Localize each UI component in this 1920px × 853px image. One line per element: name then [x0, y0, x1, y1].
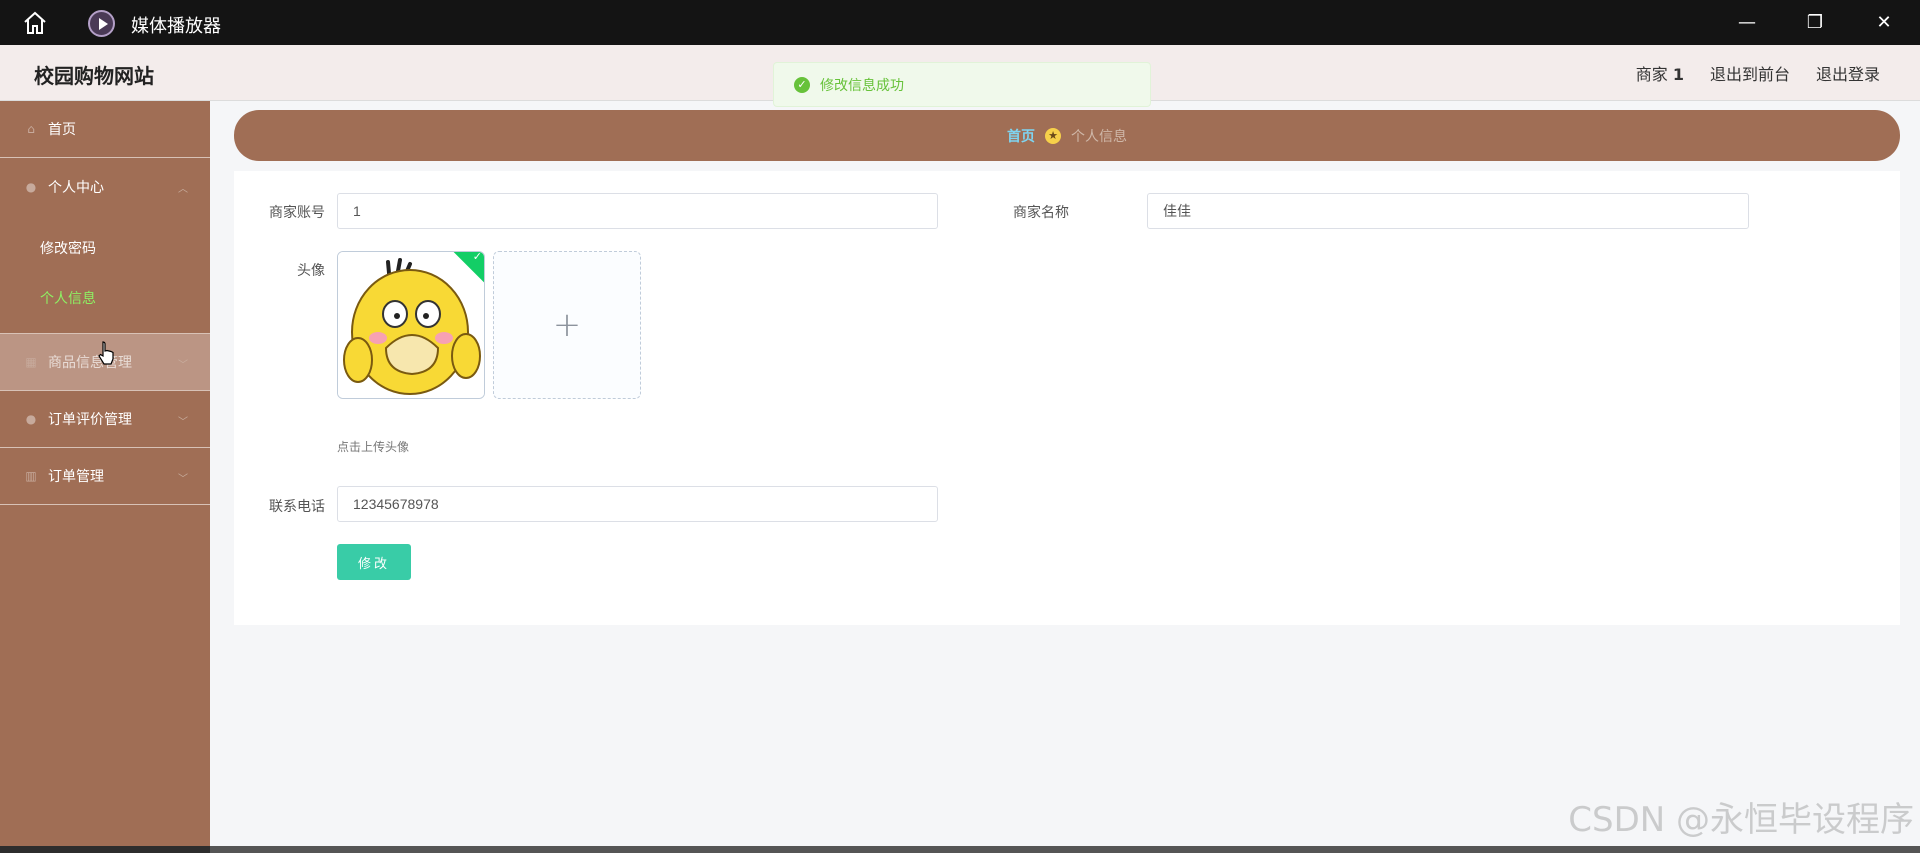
breadcrumb: 首页 ★ 个人信息 [234, 110, 1900, 161]
window-title-bar: 媒体播放器 — ❐ ✕ [0, 0, 1920, 45]
sidebar-item-change-password[interactable]: 修改密码 [0, 223, 210, 273]
submit-button[interactable]: 修改 [337, 544, 411, 580]
personal-info-form: 商家账号 1 商家名称 佳佳 头像 ✓ + 点击上传头像 联系电话 123456… [234, 171, 1900, 625]
chevron-down-icon: ﹀ [178, 417, 188, 428]
plus-icon: + [552, 305, 582, 345]
chevron-up-icon: ︿ [178, 184, 188, 195]
sidebar-item-order-management[interactable]: ▥ 订单管理 ﹀ [0, 448, 210, 505]
sidebar-item-label: 首页 [48, 122, 76, 138]
sidebar-item-personal-info[interactable]: 个人信息 [0, 273, 210, 323]
phone-input[interactable]: 12345678978 [337, 486, 938, 522]
sidebar-item-label: 订单评价管理 [48, 412, 132, 428]
avatar-label: 头像 [297, 263, 325, 279]
check-circle-icon: ✓ [794, 76, 810, 93]
window-title: 媒体播放器 [131, 16, 221, 37]
account-input[interactable]: 1 [337, 193, 938, 229]
upload-hint: 点击上传头像 [337, 440, 410, 454]
user-icon: ● [25, 179, 37, 194]
breadcrumb-home-link[interactable]: 首页 [1007, 126, 1035, 146]
sidebar-item-label: 订单管理 [48, 469, 104, 485]
avatar-upload-button[interactable]: + [493, 251, 641, 399]
sidebar-item-label: 个人中心 [48, 179, 104, 196]
sidebar-item-label: 商品信息管理 [48, 355, 132, 371]
home-icon[interactable] [22, 11, 48, 35]
success-toast: ✓ 修改信息成功 [773, 62, 1151, 107]
maximize-button[interactable]: ❐ [1785, 0, 1845, 45]
sidebar-item-home[interactable]: ⌂ 首页 [0, 101, 210, 158]
check-icon: ✓ [472, 251, 482, 264]
minimize-button[interactable]: — [1717, 0, 1777, 45]
watermark: CSDN @永恒毕设程序 [1568, 800, 1914, 840]
media-player-app-icon [88, 10, 115, 37]
user-id: 1 [1672, 65, 1684, 84]
toast-message: 修改信息成功 [820, 77, 904, 94]
bottom-edge [210, 846, 1920, 853]
breadcrumb-current: 个人信息 [1071, 128, 1127, 145]
sidebar-bottom-edge [0, 846, 210, 853]
chart-icon: ▥ [25, 469, 37, 483]
hand-pointer-cursor-icon [98, 341, 114, 365]
sidebar-item-personal-center[interactable]: ● 个人中心 ︿ [0, 158, 210, 215]
close-button[interactable]: ✕ [1854, 0, 1914, 45]
header-actions: 商家 1 退出到前台 退出登录 [1636, 61, 1880, 85]
merchant-name-input[interactable]: 佳佳 [1147, 193, 1749, 229]
chevron-down-icon: ﹀ [178, 474, 188, 485]
sidebar: ⌂ 首页 ● 个人中心 ︿ 修改密码 个人信息 ▦ 商品信息管理 ﹀ ● 订单评… [0, 101, 210, 853]
account-label: 商家账号 [269, 205, 325, 221]
current-user: 商家 1 [1636, 61, 1684, 85]
sidebar-item-order-review-management[interactable]: ● 订单评价管理 ﹀ [0, 391, 210, 448]
logout-link[interactable]: 退出登录 [1816, 61, 1880, 85]
avatar-image[interactable]: ✓ [337, 251, 485, 399]
personal-center-submenu: 修改密码 个人信息 [0, 215, 210, 334]
merchant-name-label: 商家名称 [1013, 205, 1069, 221]
goods-icon: ▦ [25, 355, 37, 369]
star-icon: ★ [1045, 127, 1061, 144]
phone-label: 联系电话 [269, 499, 325, 515]
user-icon: ● [25, 412, 37, 426]
site-title: 校园购物网站 [34, 64, 154, 88]
home-icon: ⌂ [27, 122, 35, 136]
exit-to-front-link[interactable]: 退出到前台 [1710, 61, 1790, 85]
psyduck-avatar-icon [338, 252, 484, 398]
chevron-down-icon: ﹀ [178, 360, 188, 371]
user-role: 商家 [1635, 65, 1668, 84]
